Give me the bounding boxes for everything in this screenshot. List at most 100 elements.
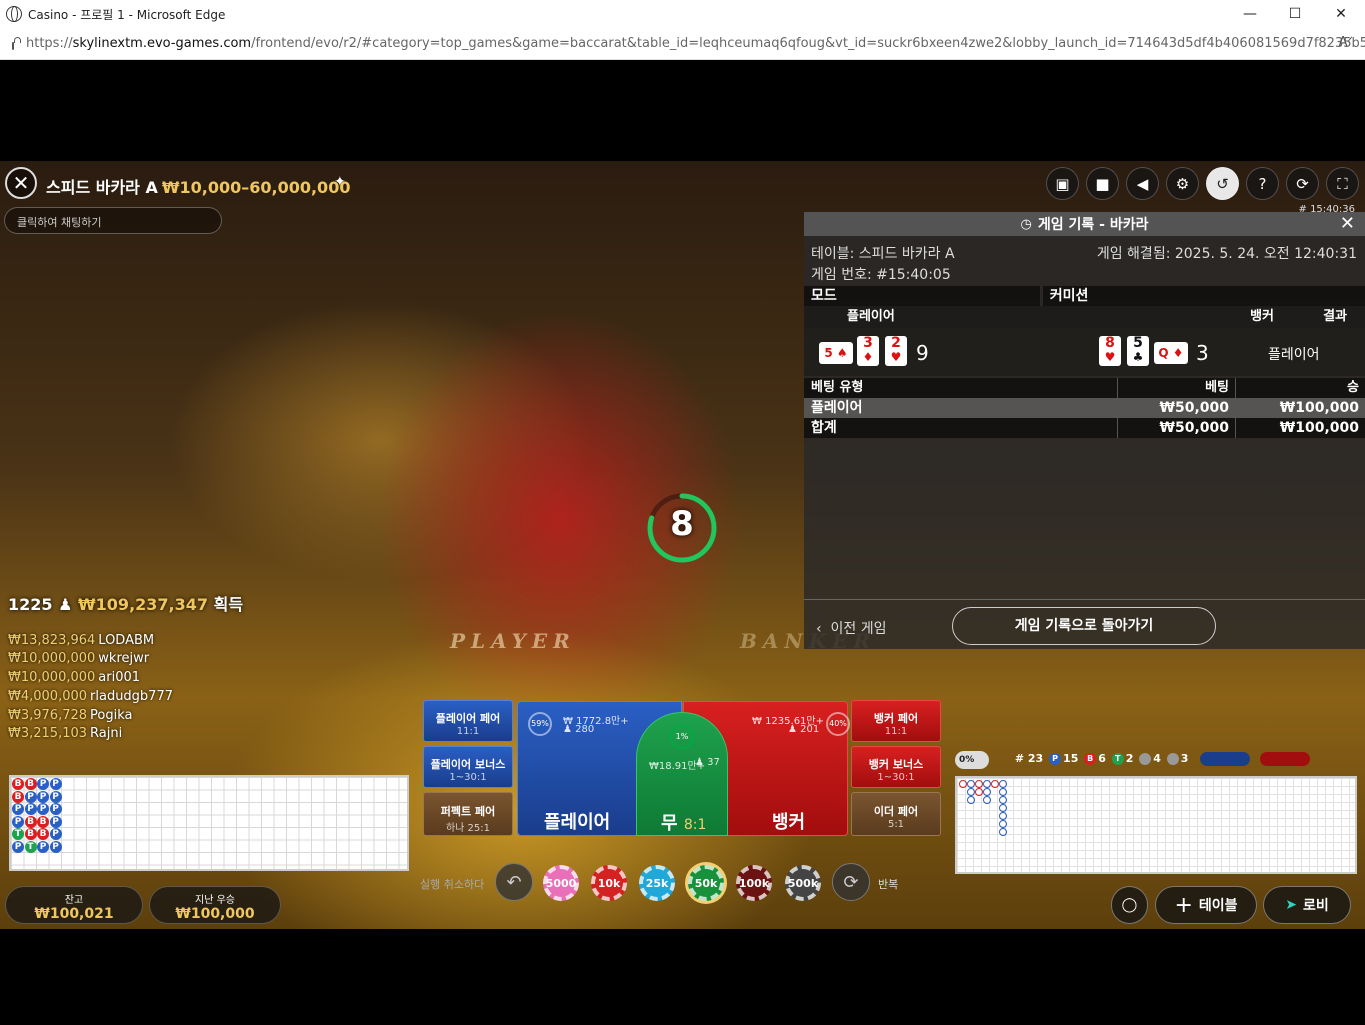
pin-icon[interactable]: ✦	[334, 174, 346, 190]
resolved-time: 게임 해결됨: 2025. 5. 24. 오전 12:40:31	[1096, 246, 1357, 262]
history-info: 테이블: 스피드 바카라 A 게임 번호: #15:40:05 게임 해결됨: …	[804, 236, 1365, 286]
chat-input[interactable]: 클릭하여 채팅하기	[4, 207, 222, 234]
banker-card: 8 ♥	[1099, 336, 1121, 366]
tie-bet[interactable]: 1% ₩18.91만+ ♟ 37 무 8:1	[636, 712, 728, 836]
fullscreen-icon[interactable]: ⛶	[1326, 167, 1359, 200]
lock-icon	[12, 36, 21, 50]
game-history-panel: ◷ 게임 기록 - 바카라 ✕ 테이블: 스피드 바카라 A 게임 번호: #1…	[804, 212, 1365, 649]
window-title: Casino - 프로필 1 - Microsoft Edge	[28, 7, 226, 22]
bead-result: P	[24, 803, 37, 815]
tie-percent: 1%	[670, 725, 694, 749]
winner-row: ₩3,976,728 Pogika	[8, 708, 133, 723]
window-close-button[interactable]: ✕	[1318, 0, 1364, 28]
switch-icon[interactable]: ⟳	[1286, 167, 1319, 200]
chip-10k[interactable]: 10k	[591, 865, 627, 901]
chip-100k[interactable]: 100k	[736, 865, 772, 901]
bead-result: P	[37, 790, 49, 803]
road-mark	[959, 780, 967, 788]
banker-col-label: 뱅커	[1250, 309, 1274, 324]
banker-percent: 40%	[826, 712, 850, 736]
player-card: 3 ♦	[857, 336, 879, 366]
player-bonus-bet[interactable]: 플레이어 보너스 1~30:1	[423, 746, 513, 788]
mute-icon[interactable]: ◀	[1126, 167, 1159, 200]
bead-result: P	[49, 815, 62, 828]
road-percent-toggle[interactable]: 0%	[955, 751, 989, 769]
history-header: ◷ 게임 기록 - 바카라 ✕	[804, 212, 1365, 236]
result-value: 플레이어	[1268, 347, 1320, 363]
chip-50k[interactable]: 50k	[688, 865, 724, 901]
chip-25k[interactable]: 25k	[639, 865, 675, 901]
either-pair-bet[interactable]: 이더 페어 5:1	[851, 792, 941, 836]
banker-pair-bet[interactable]: 뱅커 페어 11:1	[851, 700, 941, 742]
road-mark	[999, 780, 1007, 788]
winners-total: 1225 ♟ ₩109,237,347 획득	[8, 595, 244, 614]
repeat-label: 반복	[878, 878, 899, 891]
bead-result: P	[49, 790, 62, 803]
banker-score: 3	[1196, 341, 1209, 365]
tie-users: ♟ 37	[695, 757, 720, 768]
bead-road[interactable]: BBPPTPBPPBBTPPPBBPPPPPPP	[9, 775, 409, 871]
table-button[interactable]: + 테이블	[1155, 886, 1257, 924]
game-viewport: PLAYER BANKER ✕ 스피드 바카라 A₩10,000–60,000,…	[0, 161, 1365, 929]
game-number: 게임 번호: #15:40:05	[811, 267, 951, 283]
chat-bubble-button[interactable]: ◯	[1111, 886, 1148, 924]
perfect-pair-bet[interactable]: 퍼펙트 페어 하나 25:1	[423, 792, 513, 836]
bead-result: P	[49, 828, 62, 840]
minimize-button[interactable]: —	[1227, 0, 1273, 28]
road-mark	[999, 820, 1007, 828]
road-mark	[999, 812, 1007, 820]
banker-predict-button[interactable]	[1260, 752, 1311, 766]
settings-icon[interactable]: ⚙	[1166, 167, 1199, 200]
repeat-button[interactable]: ⟳	[832, 863, 870, 901]
url-text[interactable]: https://skylinextm.evo-games.com/fronten…	[26, 36, 1365, 51]
video-icon[interactable]: ■	[1086, 167, 1119, 200]
back-to-history-button[interactable]: 게임 기록으로 돌아가기	[952, 607, 1216, 645]
bead-result: B	[24, 778, 37, 790]
browser-title-bar: Casino - 프로필 1 - Microsoft Edge — ☐ ✕	[0, 0, 1365, 28]
winner-row: ₩13,823,964 LODABM	[8, 633, 155, 648]
read-aloud-icon[interactable]: Aᐟ	[1339, 35, 1353, 50]
bead-result: P	[12, 815, 24, 828]
banker-card: 5 ♣	[1127, 336, 1149, 366]
bead-result: B	[24, 815, 37, 828]
winner-row: ₩3,215,103 Rajni	[8, 726, 123, 741]
close-game-button[interactable]: ✕	[5, 167, 37, 199]
player-predict-button[interactable]	[1200, 752, 1251, 766]
road-mark	[999, 828, 1007, 836]
chip-5000[interactable]: 5000	[543, 865, 579, 901]
road-mark	[983, 780, 991, 788]
banker-bonus-bet[interactable]: 뱅커 보너스 1~30:1	[851, 746, 941, 788]
undo-label: 실행 취소하다	[420, 878, 485, 891]
road-mark	[967, 788, 975, 796]
winner-row: ₩10,000,000 ari001	[8, 670, 141, 685]
road-mark	[999, 788, 1007, 796]
top-toolbar: ▣ ■ ◀ ⚙ ↺ ? ⟳ ⛶	[1046, 167, 1359, 200]
address-bar[interactable]: https://skylinextm.evo-games.com/fronten…	[0, 28, 1365, 60]
mode-row: 모드 커미션	[804, 286, 1365, 306]
prev-game-link[interactable]: ‹ 이전 게임	[816, 618, 886, 638]
history-icon[interactable]: ↺	[1206, 167, 1239, 200]
bead-result: P	[49, 840, 62, 853]
banker-users: ♟ 201	[788, 724, 820, 735]
last-win-display: 지난 우승 ₩100,000	[149, 886, 281, 924]
road-mark	[983, 788, 991, 796]
maximize-button[interactable]: ☐	[1272, 0, 1318, 28]
winner-row: ₩10,000,000 wkrejwr	[8, 651, 150, 666]
bead-result: P	[37, 778, 49, 790]
road-mark	[975, 788, 983, 796]
player-pair-bet[interactable]: 플레이어 페어 11:1	[423, 700, 513, 742]
chat-icon[interactable]: ▣	[1046, 167, 1079, 200]
help-icon[interactable]: ?	[1246, 167, 1279, 200]
history-close-button[interactable]: ✕	[1340, 213, 1355, 234]
history-footer: ‹ 이전 게임 게임 기록으로 돌아가기	[804, 599, 1365, 649]
player-third-card: 5 ♠	[819, 342, 853, 364]
undo-button[interactable]: ↶	[495, 863, 533, 901]
road-mark	[983, 796, 991, 804]
result-col-label: 결과	[1323, 309, 1347, 324]
lobby-button[interactable]: ➤ 로비	[1263, 886, 1351, 924]
bead-result: P	[37, 803, 49, 815]
big-road[interactable]	[955, 776, 1357, 874]
chip-500k[interactable]: 500k	[785, 865, 821, 901]
mode-label: 모드	[804, 286, 1040, 306]
player-col-label: 플레이어	[847, 309, 895, 324]
